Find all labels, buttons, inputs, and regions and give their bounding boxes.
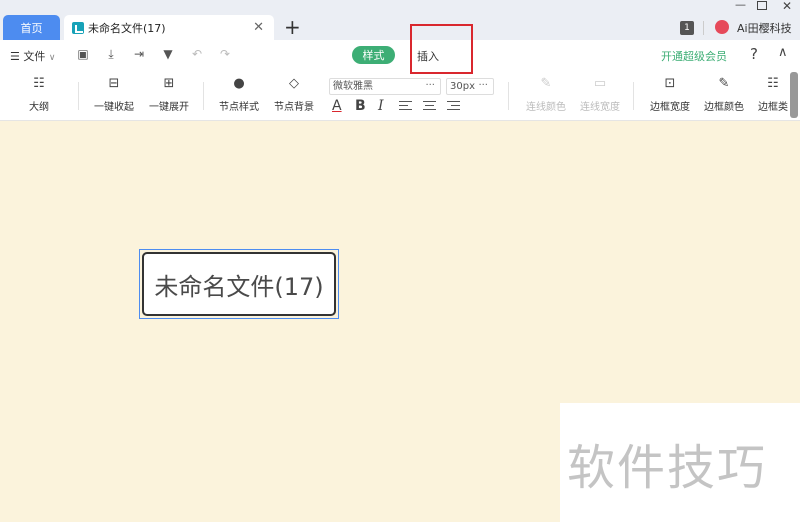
divider — [703, 21, 704, 35]
font-family-select[interactable]: 微软雅黑 ··· — [329, 78, 441, 95]
export-icon[interactable]: ⇥ — [132, 47, 146, 61]
border-color-label: 边框颜色 — [704, 102, 744, 113]
save-icon[interactable]: ▣ — [76, 47, 90, 61]
node-background-button[interactable]: ◇ 节点背景 — [274, 76, 314, 113]
file-menu-label: 文件 — [23, 50, 46, 63]
outline-icon: ☷ — [33, 76, 45, 91]
border-type-label: 边框类 — [758, 102, 788, 113]
more-icon: ··· — [425, 80, 435, 91]
align-left-icon[interactable] — [399, 101, 412, 112]
chevron-down-icon: ∨ — [48, 53, 56, 63]
bold-button[interactable]: B — [355, 98, 366, 114]
divider — [78, 82, 79, 110]
border-type-button[interactable]: ☷ 边框类 — [758, 76, 788, 113]
line-width-icon: ▭ — [593, 76, 607, 91]
download-icon[interactable]: ⤓ — [104, 47, 118, 61]
font-size-value: 30px — [450, 81, 475, 92]
line-color-button[interactable]: ✎ 连线颜色 — [526, 76, 566, 113]
paint-bucket-icon: ◇ — [289, 76, 299, 91]
file-menu[interactable]: ☰ 文件 ∨ — [10, 48, 55, 64]
vip-link[interactable]: 开通超级会员 — [661, 48, 727, 64]
divider — [633, 82, 634, 110]
collapse-all-icon: ⊟ — [108, 76, 120, 91]
toolbar-scrollbar[interactable] — [790, 72, 798, 118]
minimize-icon[interactable]: — — [735, 0, 746, 11]
avatar[interactable] — [715, 20, 729, 34]
user-name[interactable]: Ai田樱科技 — [737, 20, 792, 36]
tab-style[interactable]: 样式 — [352, 46, 395, 64]
expand-all-button[interactable]: ⊞ 一键展开 — [149, 76, 189, 113]
line-width-label: 连线宽度 — [580, 102, 620, 113]
tab-document-label: 未命名文件(17) — [88, 21, 166, 35]
border-width-button[interactable]: ⊡ 边框宽度 — [650, 76, 690, 113]
collapse-all-button[interactable]: ⊟ 一键收起 — [94, 76, 134, 113]
tab-home[interactable]: 首页 — [3, 15, 60, 40]
maximize-icon[interactable] — [757, 1, 767, 10]
root-node[interactable]: 未命名文件(17) — [142, 252, 336, 316]
italic-button[interactable]: I — [378, 98, 384, 114]
more-icon: ··· — [478, 80, 488, 91]
line-color-label: 连线颜色 — [526, 102, 566, 113]
undo-icon[interactable]: ↶ — [190, 47, 204, 61]
border-color-button[interactable]: ✎ 边框颜色 — [704, 76, 744, 113]
node-style-label: 节点样式 — [219, 102, 259, 113]
line-color-icon: ✎ — [540, 76, 552, 91]
menu-bar: ☰ 文件 ∨ ▣ ⤓ ⇥ ▼ ↶ ↷ 样式 插入 开通超级会员 ? ∧ — [0, 40, 800, 68]
expand-all-icon: ⊞ — [163, 76, 175, 91]
insert-tab-highlight — [410, 24, 473, 74]
tab-document[interactable]: 未命名文件(17) ✕ — [64, 15, 274, 40]
outline-button[interactable]: ☷ 大纲 — [29, 76, 49, 113]
outline-label: 大纲 — [29, 102, 49, 113]
font-color-button[interactable]: A — [332, 98, 342, 114]
help-icon[interactable]: ? — [750, 45, 758, 63]
border-type-icon: ☷ — [767, 76, 779, 91]
collapse-all-label: 一键收起 — [94, 102, 134, 113]
divider — [508, 82, 509, 110]
border-color-icon: ✎ — [718, 76, 730, 91]
node-style-button[interactable]: ● 节点样式 — [219, 76, 259, 113]
border-width-label: 边框宽度 — [650, 102, 690, 113]
font-size-select[interactable]: 30px ··· — [446, 78, 494, 95]
add-tab-button[interactable]: + — [284, 15, 301, 39]
close-tab-icon[interactable]: ✕ — [253, 20, 264, 35]
tab-bar: 首页 未命名文件(17) ✕ + 1 Ai田樱科技 — ✕ — [0, 0, 800, 40]
mindmap-icon — [72, 21, 84, 34]
align-right-icon[interactable] — [447, 101, 460, 112]
node-background-label: 节点背景 — [274, 102, 314, 113]
font-family-value: 微软雅黑 — [333, 81, 373, 92]
align-center-icon[interactable] — [423, 101, 436, 112]
node-style-icon: ● — [233, 76, 245, 91]
line-width-button[interactable]: ▭ 连线宽度 — [580, 76, 620, 113]
format-painter-icon[interactable]: ▼ — [161, 47, 175, 61]
collapse-ribbon-icon[interactable]: ∧ — [778, 45, 788, 60]
close-window-icon[interactable]: ✕ — [782, 0, 792, 13]
ribbon-toolbar: ☷ 大纲 ⊟ 一键收起 ⊞ 一键展开 ● 节点样式 ◇ 节点背景 微软雅黑 ··… — [0, 68, 800, 121]
watermark-text: 软件技巧 — [567, 440, 768, 496]
menu-icon: ☰ — [10, 50, 24, 63]
border-width-icon: ⊡ — [664, 76, 676, 91]
window-count-badge[interactable]: 1 — [680, 21, 694, 35]
redo-icon[interactable]: ↷ — [218, 47, 232, 61]
expand-all-label: 一键展开 — [149, 102, 189, 113]
divider — [203, 82, 204, 110]
